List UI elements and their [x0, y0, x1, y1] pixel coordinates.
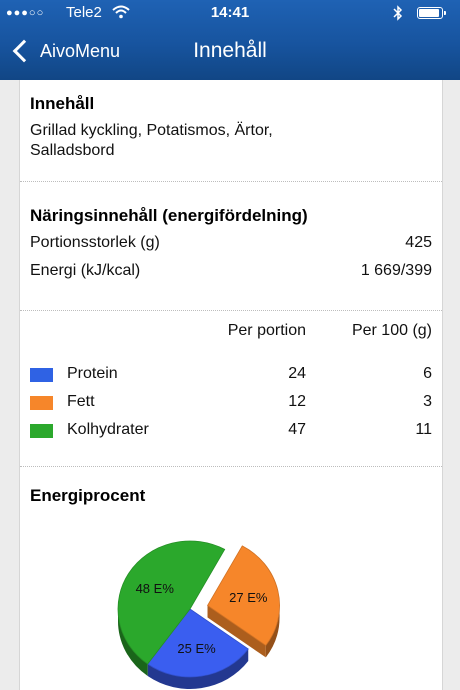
content-description-line1: Grillad kyckling, Potatismos, Ärtor,	[30, 122, 273, 139]
energy-value: 1 669/399	[360, 262, 432, 279]
macro-per-100: 11	[415, 421, 432, 438]
portion-size-value: 425	[405, 234, 432, 251]
kolhydrater-color-swatch	[30, 424, 53, 438]
divider	[20, 310, 442, 311]
status-bar: ●●●○○ Tele2 14:41	[0, 0, 460, 26]
protein-color-swatch	[30, 368, 53, 382]
nav-title-text: Innehåll	[193, 39, 267, 62]
pie-slice-label: 27 E%	[229, 590, 268, 605]
column-header-per-portion: Per portion	[227, 322, 306, 339]
nav-title: Innehåll	[0, 36, 460, 66]
macro-per-100: 3	[423, 393, 432, 410]
macro-per-portion: 47	[288, 421, 306, 438]
content-card: Innehåll Grillad kyckling, Potatismos, Ä…	[19, 80, 443, 690]
portion-size-label: Portionsstorlek (g)	[30, 234, 160, 251]
battery-level	[419, 9, 439, 17]
content-description-line2: Salladsbord	[30, 142, 115, 159]
macro-label: Fett	[67, 393, 95, 410]
nutrition-heading: Näringsinnehåll (energifördelning)	[30, 206, 308, 225]
bluetooth-icon	[393, 0, 403, 26]
energy-pie-chart: 27 E% 25 E% 48 E%	[117, 540, 280, 689]
pie-slice-label: 48 E%	[136, 581, 175, 596]
status-time: 14:41	[210, 4, 250, 21]
macro-per-portion: 12	[288, 393, 306, 410]
macro-per-portion: 24	[288, 365, 306, 382]
column-header-per-100: Per 100 (g)	[351, 322, 432, 339]
energy-label: Energi (kJ/kcal)	[30, 262, 141, 279]
pie-slice-label: 25 E%	[177, 641, 216, 656]
divider	[20, 466, 442, 467]
macro-per-100: 6	[423, 365, 432, 382]
fett-color-swatch	[30, 396, 53, 410]
battery-icon	[417, 7, 446, 19]
energy-percent-heading: Energiprocent	[30, 486, 146, 505]
divider	[20, 181, 442, 182]
macro-label: Kolhydrater	[67, 421, 149, 438]
top-bar: ●●●○○ Tele2 14:41 AivoMenu Innehåll	[0, 0, 460, 80]
macro-label: Protein	[67, 365, 118, 382]
content-heading: Innehåll	[30, 94, 95, 113]
